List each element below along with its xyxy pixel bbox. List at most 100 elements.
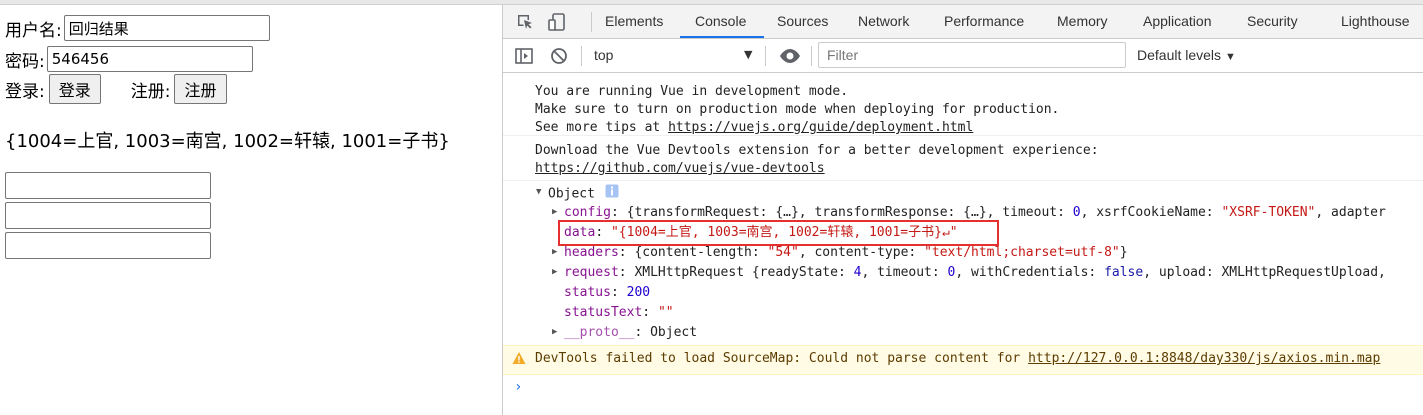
prop-value: , xsrfCookieName: (1080, 205, 1222, 220)
tab-network[interactable]: Network (858, 5, 909, 38)
tab-application[interactable]: Application (1143, 5, 1212, 38)
login-label: 登录: (5, 81, 45, 102)
chevron-down-icon: ▼ (1224, 51, 1236, 63)
expand-arrow-icon[interactable]: ▶ (552, 327, 557, 337)
tab-lighthouse[interactable]: Lighthouse (1341, 5, 1410, 38)
console-toolbar: top ▼ Default levels ▼ (503, 39, 1423, 73)
inspect-icon[interactable] (515, 12, 535, 32)
username-input[interactable] (63, 15, 270, 41)
clear-console-icon[interactable] (549, 46, 569, 70)
devtools-panel: Elements Console Sources Network Perform… (502, 5, 1423, 415)
prop-key: statusText (564, 305, 643, 320)
login-button[interactable]: 登录 (48, 74, 101, 104)
prop-proto[interactable]: __proto__: Object (564, 324, 697, 342)
tab-console[interactable]: Console (695, 5, 746, 38)
tab-security[interactable]: Security (1247, 5, 1298, 38)
prop-value: "text/html;charset=utf-8" (924, 245, 1120, 260)
console-text: Make sure to turn on production mode whe… (535, 102, 1060, 117)
toolbar-separator (581, 46, 582, 66)
context-selector[interactable]: top (594, 47, 613, 63)
tab-memory[interactable]: Memory (1057, 5, 1108, 38)
filter-input[interactable] (818, 42, 1126, 68)
warning-icon (512, 351, 526, 369)
colon-sep: : (634, 325, 651, 340)
toolbar-separator (811, 46, 812, 66)
prop-headers[interactable]: headers: {content-length: "54", content-… (564, 244, 1128, 262)
console-text: You are running Vue in development mode. (535, 84, 849, 99)
colon-sep: : (610, 205, 627, 220)
register-button[interactable]: 注册 (174, 74, 227, 104)
tab-sources[interactable]: Sources (777, 5, 828, 38)
prop-key: request (564, 265, 619, 280)
password-label: 密码: (5, 51, 45, 72)
console-message-devtools: Download the Vue Devtools extension for … (503, 136, 1423, 181)
console-text: See more tips at https://vuejs.org/guide… (535, 119, 973, 137)
prop-value: , adapter (1315, 205, 1386, 220)
console-output: You are running Vue in development mode.… (503, 73, 1423, 415)
empty-input-2[interactable] (5, 202, 211, 229)
console-text: https://github.com/vuejs/vue-devtools (535, 160, 825, 178)
expand-arrow-icon[interactable]: ▼ (536, 187, 541, 197)
prop-value: Object (650, 325, 698, 340)
prop-value: , content-type: (798, 245, 925, 260)
prop-key: config (564, 205, 611, 220)
log-levels-dropdown[interactable]: Default levels ▼ (1137, 47, 1236, 63)
prop-key: __proto__ (564, 325, 635, 340)
prop-status[interactable]: status: 200 (564, 284, 650, 302)
console-object: ▼ Object ▶ config: {transformRequest: {…… (503, 181, 1423, 345)
tab-elements[interactable]: Elements (605, 5, 663, 38)
prop-value: 0 (1072, 205, 1081, 220)
prop-value: false (1104, 265, 1144, 280)
prompt-chevron-icon[interactable]: › (514, 379, 522, 395)
prop-value: {content-length: (634, 245, 768, 260)
tabbar-separator (591, 12, 592, 32)
prop-value: "54" (767, 245, 799, 260)
prop-value: "" (657, 305, 674, 320)
prop-value: 200 (626, 285, 651, 300)
devtools-tabbar: Elements Console Sources Network Perform… (503, 5, 1423, 39)
prop-statustext[interactable]: statusText: "" (564, 304, 674, 322)
object-label[interactable]: Object (548, 184, 619, 204)
web-page: 用户名: 密码: 登录: 登录 注册: 注册 {1004=上官, 1003=南宫… (0, 5, 502, 415)
colon-sep: : (618, 245, 635, 260)
object-label-text: Object (548, 186, 595, 202)
prop-request[interactable]: request: XMLHttpRequest {readyState: 4, … (564, 264, 1386, 282)
username-row: 用户名: (5, 15, 270, 41)
context-dropdown-icon[interactable]: ▼ (744, 48, 752, 61)
login-register-row: 登录: 登录 注册: 注册 (5, 74, 227, 104)
prop-value: {transformRequest: {…}, transformRespons… (626, 205, 1073, 220)
tab-performance[interactable]: Performance (944, 5, 1024, 38)
expand-arrow-icon[interactable]: ▶ (552, 267, 557, 277)
toolbar-separator (765, 46, 766, 66)
password-row: 密码: (5, 46, 253, 72)
empty-input-3[interactable] (5, 232, 211, 259)
prop-value: , upload: XMLHttpRequestUpload, (1143, 265, 1386, 280)
sidebar-toggle-icon[interactable] (514, 46, 534, 70)
vue-docs-link[interactable]: https://vuejs.org/guide/deployment.html (668, 120, 973, 135)
console-text: Download the Vue Devtools extension for … (535, 143, 1099, 158)
console-text: See more tips at (535, 120, 669, 135)
console-message-vue: You are running Vue in development mode.… (503, 73, 1423, 136)
sourcemap-link[interactable]: http://127.0.0.1:8848/day330/js/axios.mi… (1028, 351, 1380, 366)
highlight-box (558, 220, 999, 246)
vue-devtools-link[interactable]: https://github.com/vuejs/vue-devtools (535, 161, 825, 176)
eye-icon[interactable] (779, 46, 801, 70)
prop-value: "XSRF-TOKEN" (1221, 205, 1316, 220)
result-text: {1004=上官, 1003=南宫, 1002=轩辕, 1001=子书} (5, 131, 450, 152)
prop-key: status (564, 285, 611, 300)
colon-sep: : (618, 265, 635, 280)
colon-sep: : (642, 305, 658, 320)
colon-sep: : (610, 285, 627, 300)
prop-key: headers (564, 245, 619, 260)
prop-value: , timeout: (861, 265, 948, 280)
warning-text: DevTools failed to load SourceMap: Could… (535, 351, 1380, 366)
expand-arrow-icon[interactable]: ▶ (552, 207, 557, 217)
password-input[interactable] (46, 46, 253, 72)
info-icon (605, 184, 619, 204)
username-label: 用户名: (5, 20, 62, 41)
prop-value: } (1119, 245, 1128, 260)
empty-input-1[interactable] (5, 172, 211, 199)
device-toolbar-icon[interactable] (547, 12, 567, 32)
console-warning: DevTools failed to load SourceMap: Could… (503, 345, 1423, 375)
expand-arrow-icon[interactable]: ▶ (552, 247, 557, 257)
